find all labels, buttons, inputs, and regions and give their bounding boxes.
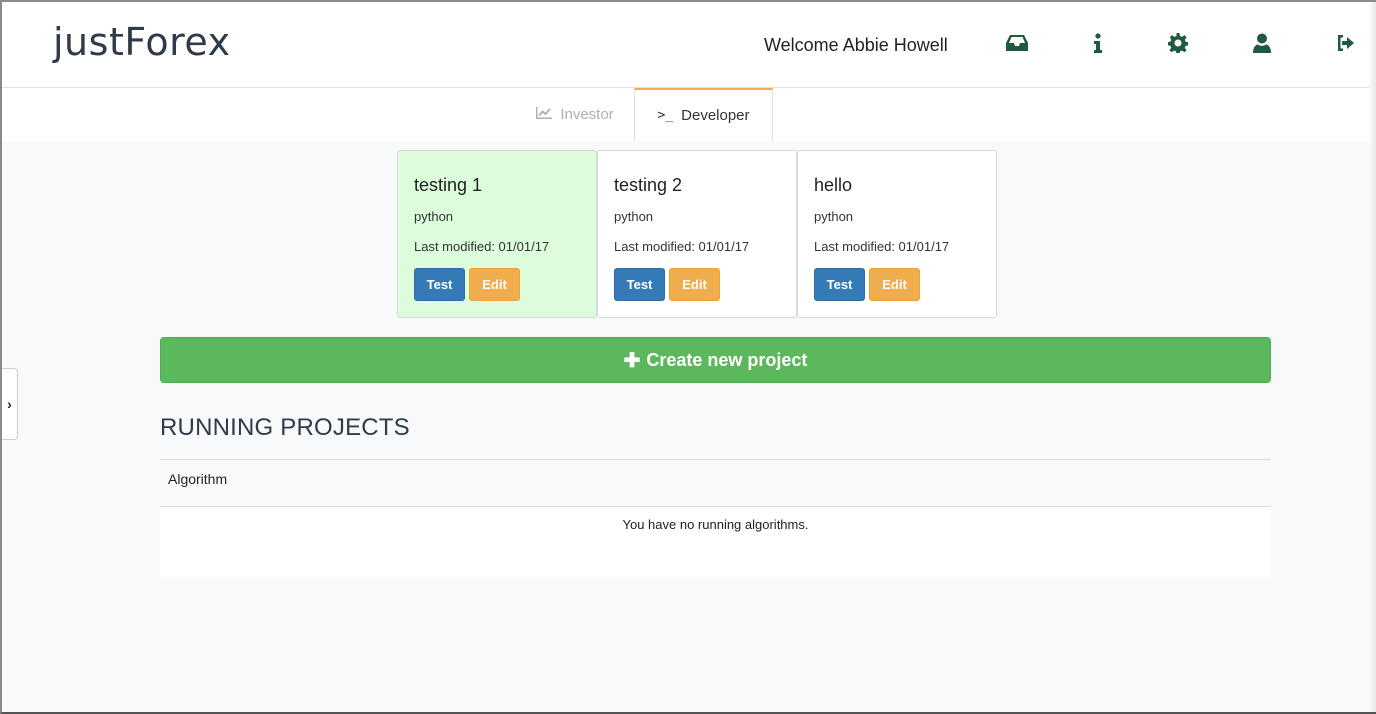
project-modified-date: Last modified: 01/01/17: [414, 239, 550, 254]
edit-button[interactable]: Edit: [469, 268, 520, 301]
project-title: testing 2: [614, 175, 683, 195]
sign-out-icon[interactable]: [1333, 30, 1359, 56]
top-navbar: justForex Welcome Abbie Howell: [2, 2, 1376, 88]
project-card[interactable]: testing 1 python Last modified: 01/01/17…: [397, 150, 597, 318]
project-card[interactable]: hello python Last modified: 01/01/17 Tes…: [797, 150, 997, 318]
running-projects-heading: RUNNING PROJECTS: [160, 414, 410, 441]
test-button[interactable]: Test: [614, 268, 665, 301]
sidebar-toggle[interactable]: ›: [2, 368, 18, 440]
user-icon[interactable]: [1249, 30, 1275, 56]
running-projects-table: Algorithm You have no running algorithms…: [160, 459, 1271, 577]
project-card[interactable]: testing 2 python Last modified: 01/01/17…: [597, 150, 797, 318]
test-button[interactable]: Test: [414, 268, 465, 301]
info-icon[interactable]: [1085, 30, 1111, 56]
chevron-right-icon: ›: [7, 396, 12, 412]
app-logo[interactable]: justForex: [53, 20, 231, 64]
terminal-icon: >_: [657, 108, 674, 123]
tab-developer-label: Developer: [681, 107, 750, 124]
empty-state-message: You have no running algorithms.: [160, 507, 1271, 577]
edit-button[interactable]: Edit: [669, 268, 720, 301]
tab-investor[interactable]: Investor: [516, 88, 634, 141]
create-project-label: Create new project: [646, 349, 808, 370]
tab-developer[interactable]: >_ Developer: [634, 88, 773, 141]
project-language: python: [814, 209, 854, 224]
project-modified-date: Last modified: 01/01/17: [814, 239, 950, 254]
edit-button[interactable]: Edit: [869, 268, 920, 301]
project-language: python: [414, 209, 454, 224]
project-title: testing 1: [414, 175, 483, 195]
table-header-algorithm: Algorithm: [160, 459, 1271, 507]
gear-icon[interactable]: [1165, 30, 1191, 56]
window-edge: [1370, 2, 1376, 712]
inbox-icon[interactable]: [1004, 30, 1030, 56]
project-modified-date: Last modified: 01/01/17: [614, 239, 750, 254]
tab-bar: Investor >_ Developer: [2, 88, 1376, 141]
tab-investor-label: Investor: [560, 106, 614, 123]
create-project-button[interactable]: ✚ Create new project: [160, 337, 1271, 383]
project-language: python: [614, 209, 654, 224]
project-title: hello: [814, 175, 853, 195]
plus-icon: ✚: [623, 349, 641, 372]
app-window: justForex Welcome Abbie Howell Investor …: [0, 0, 1376, 714]
line-chart-icon: [536, 106, 553, 123]
test-button[interactable]: Test: [814, 268, 865, 301]
welcome-message: Welcome Abbie Howell: [764, 35, 948, 55]
